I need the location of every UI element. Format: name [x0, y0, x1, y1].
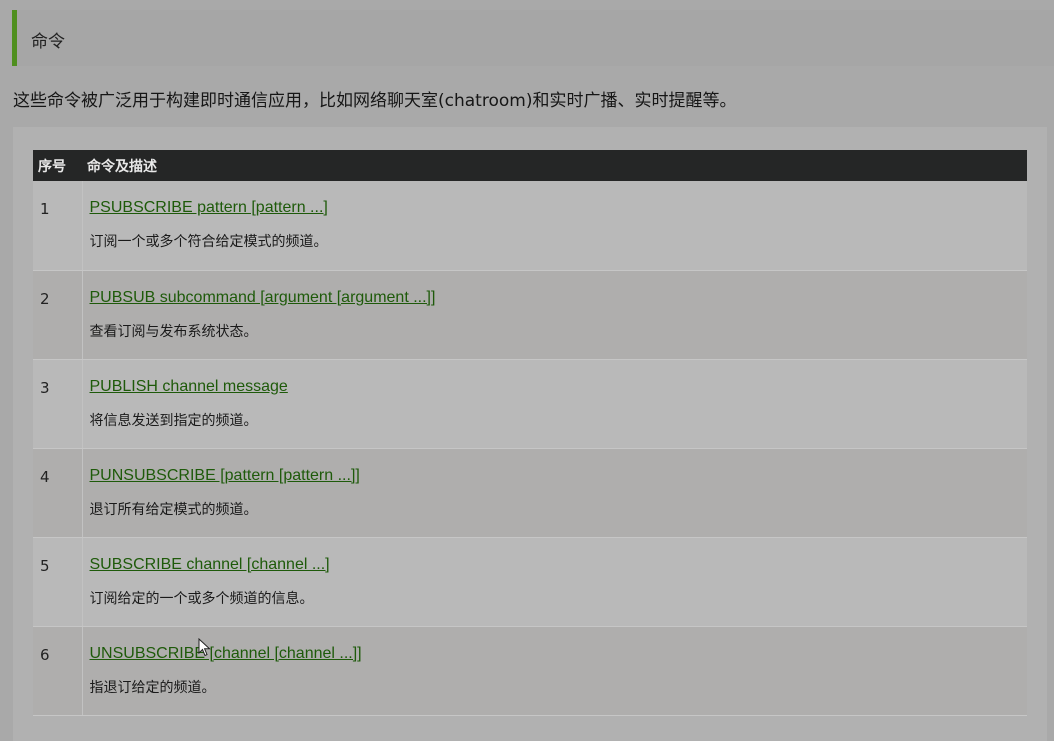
row-number: 3: [33, 359, 83, 449]
row-content: PSUBSCRIBE pattern [pattern ...] 订阅一个或多个…: [82, 181, 1027, 271]
intro-paragraph: 这些命令被广泛用于构建即时通信应用，比如网络聊天室(chatroom)和实时广播…: [13, 91, 737, 111]
table-row: 4 PUNSUBSCRIBE [pattern [pattern ...]] 退…: [33, 448, 1027, 538]
table-panel: 序号 命令及描述 1 PSUBSCRIBE pattern [pattern .…: [13, 127, 1047, 741]
table-row: 5 SUBSCRIBE channel [channel ...] 订阅给定的一…: [33, 537, 1027, 627]
row-number: 6: [33, 626, 83, 716]
table-row: 2 PUBSUB subcommand [argument [argument …: [33, 270, 1027, 360]
command-description: 订阅给定的一个或多个频道的信息。: [89, 590, 314, 607]
command-link[interactable]: PUNSUBSCRIBE [pattern [pattern ...]]: [90, 467, 360, 485]
section-title: 命令: [31, 32, 65, 52]
command-description: 指退订给定的频道。: [89, 679, 216, 696]
row-number: 2: [33, 270, 83, 360]
table-row: 3 PUBLISH channel message 将信息发送到指定的频道。: [33, 359, 1027, 449]
command-link[interactable]: PUBLISH channel message: [90, 378, 288, 396]
row-content: SUBSCRIBE channel [channel ...] 订阅给定的一个或…: [82, 537, 1027, 627]
command-link[interactable]: UNSUBSCRIBE [channel [channel ...]]: [90, 645, 362, 663]
header-number: 序号: [38, 158, 66, 175]
command-link[interactable]: PSUBSCRIBE pattern [pattern ...]: [90, 199, 328, 217]
row-number: 5: [33, 537, 83, 627]
row-number: 4: [33, 448, 83, 538]
command-description: 退订所有给定模式的频道。: [89, 501, 258, 518]
table-header-row: 序号 命令及描述: [33, 150, 1027, 181]
command-description: 将信息发送到指定的频道。: [89, 412, 258, 429]
table-row: 1 PSUBSCRIBE pattern [pattern ...] 订阅一个或…: [33, 181, 1027, 271]
command-description: 查看订阅与发布系统状态。: [89, 323, 258, 340]
command-description: 订阅一个或多个符合给定模式的频道。: [89, 234, 328, 250]
row-content: PUNSUBSCRIBE [pattern [pattern ...]] 退订所…: [82, 448, 1027, 538]
command-link[interactable]: PUBSUB subcommand [argument [argument ..…: [90, 289, 436, 307]
row-content: UNSUBSCRIBE [channel [channel ...]] 指退订给…: [82, 626, 1027, 716]
command-link[interactable]: SUBSCRIBE channel [channel ...]: [90, 556, 330, 574]
table-row: 6 UNSUBSCRIBE [channel [channel ...]] 指退…: [33, 626, 1027, 716]
row-content: PUBLISH channel message 将信息发送到指定的频道。: [82, 359, 1027, 449]
row-content: PUBSUB subcommand [argument [argument ..…: [82, 270, 1027, 360]
mouse-cursor-icon: [198, 638, 211, 657]
header-command: 命令及描述: [87, 158, 157, 175]
command-table: 序号 命令及描述 1 PSUBSCRIBE pattern [pattern .…: [33, 150, 1027, 716]
section-heading: 命令: [12, 10, 1054, 66]
row-number: 1: [33, 181, 83, 271]
